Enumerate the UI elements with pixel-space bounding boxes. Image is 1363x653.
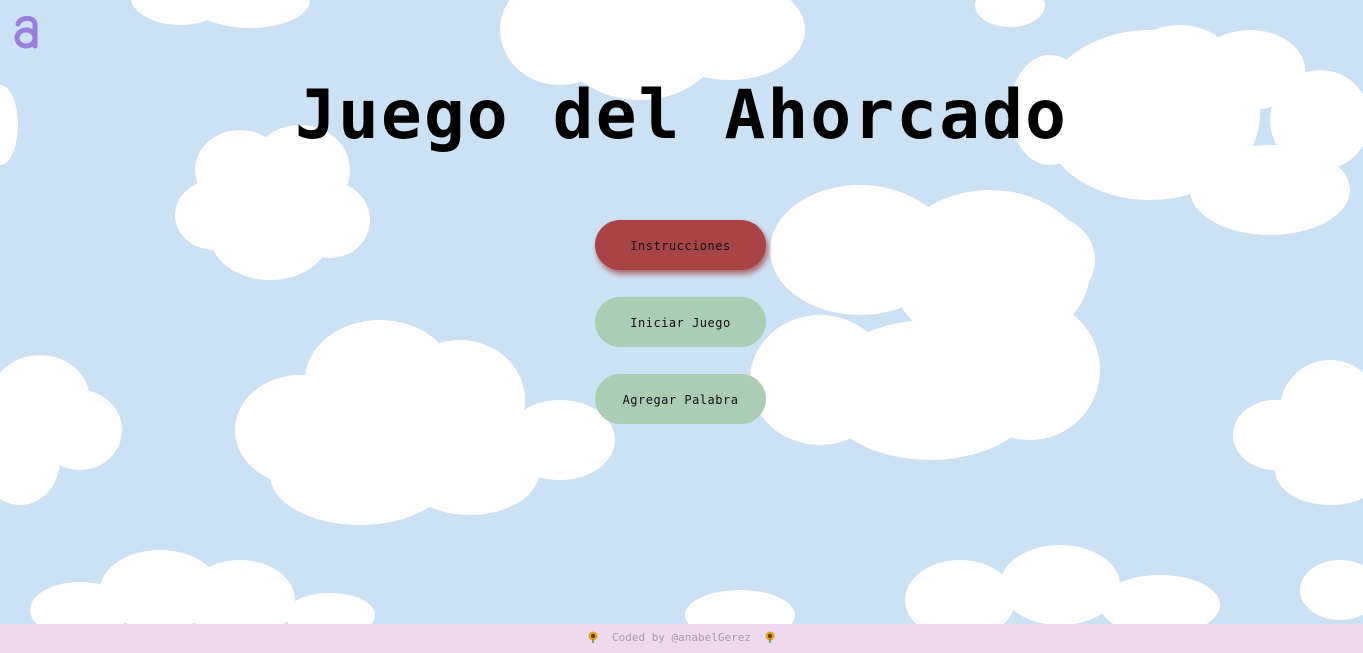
add-word-button[interactable]: Agregar Palabra xyxy=(595,374,766,424)
page: Juego del Ahorcado Instrucciones Iniciar… xyxy=(0,0,1363,653)
sunflower-icon xyxy=(588,631,598,643)
instructions-button[interactable]: Instrucciones xyxy=(595,220,766,270)
start-game-button[interactable]: Iniciar Juego xyxy=(595,297,766,347)
sunflower-icon xyxy=(765,631,775,643)
footer: Coded by @anabelGerez xyxy=(0,624,1363,653)
footer-credit: Coded by @anabelGerez xyxy=(611,631,752,644)
logo-icon[interactable] xyxy=(12,10,42,52)
page-title: Juego del Ahorcado xyxy=(295,76,1068,155)
